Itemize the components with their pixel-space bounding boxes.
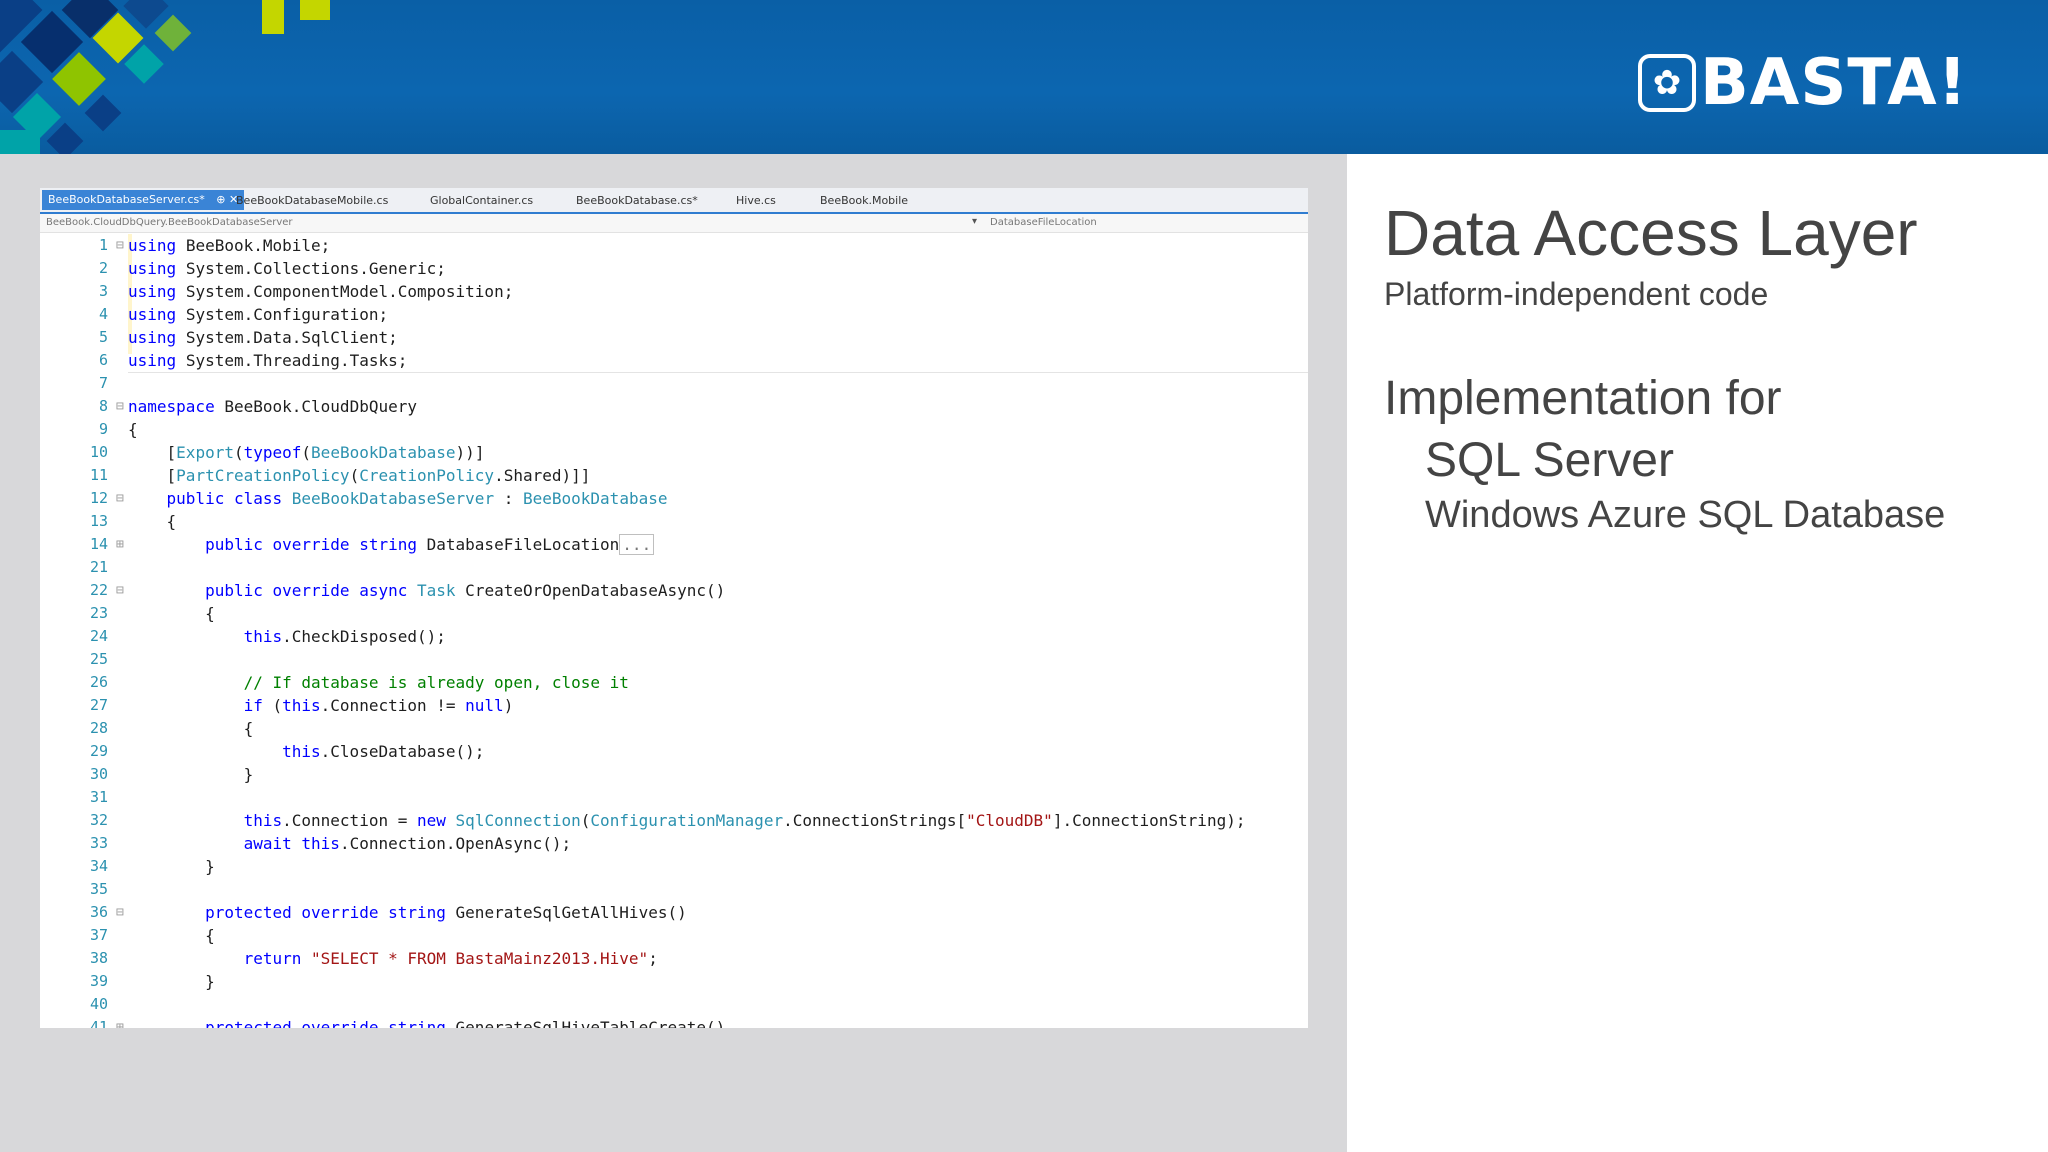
code-line: 32 this.Connection = new SqlConnection(C…: [89, 811, 1246, 830]
mosaic-decoration: [0, 0, 330, 154]
code-line: 5 using System.Data.SqlClient;: [98, 328, 398, 347]
code-line: 3 using System.ComponentModel.Composition…: [98, 282, 514, 301]
code-line: 12 ⊟ public class BeeBookDatabaseServer :…: [89, 489, 668, 508]
tab-beebookdatabaseserver[interactable]: BeeBookDatabaseServer.cs* ⊕ ✕: [42, 190, 245, 210]
code-line: 9{: [98, 420, 138, 439]
slide-header: ✿ BASTA!: [0, 0, 2048, 154]
code-line: 24 this.CheckDisposed();: [89, 627, 446, 646]
code-line: 33 await this.Connection.OpenAsync();: [89, 834, 572, 853]
tab-close-icon[interactable]: ⊕ ✕: [216, 193, 238, 206]
code-line: 25: [89, 650, 108, 668]
slide-subtitle: Platform-independent code: [1384, 276, 1769, 312]
chevron-down-icon[interactable]: ▾: [972, 216, 977, 227]
code-line: 8 ⊟ namespace BeeBook.CloudDbQuery: [98, 397, 417, 416]
tab-hive[interactable]: Hive.cs: [736, 192, 776, 210]
code-line: 23 {: [89, 604, 215, 623]
code-line: 29 this.CloseDatabase();: [89, 742, 485, 761]
code-line: 34 }: [89, 857, 215, 876]
code-line: 38 return "SELECT * FROM BastaMainz2013.…: [89, 949, 658, 968]
code-line: 7: [98, 374, 108, 392]
tab-globalcontainer[interactable]: GlobalContainer.cs: [430, 192, 533, 210]
code-line: 28 {: [89, 719, 254, 738]
implementation-subitem: Windows Azure SQL Database: [1425, 494, 1946, 536]
editor-tabstrip: BeeBookDatabaseServer.cs* ⊕ ✕ BeeBookDat…: [40, 188, 1308, 214]
code-line: 30 }: [89, 765, 254, 784]
code-line: 31: [89, 788, 108, 806]
tab-label: BeeBookDatabaseServer.cs*: [48, 193, 205, 206]
logo-wordmark: BASTA!: [1700, 46, 1968, 120]
code-line: 11 [PartCreationPolicy(CreationPolicy.Sh…: [89, 466, 591, 485]
code-line: 21: [89, 558, 108, 576]
implementation-item: SQL Server: [1425, 434, 1674, 487]
code-line: 37 {: [89, 926, 215, 945]
code-editor-screenshot: BeeBookDatabaseServer.cs* ⊕ ✕ BeeBookDat…: [40, 188, 1308, 1028]
code-line: 35: [89, 880, 108, 898]
tab-beebookdatabase[interactable]: BeeBookDatabase.cs*: [576, 192, 698, 210]
tab-beebook-mobile[interactable]: BeeBook.Mobile: [820, 192, 908, 210]
navigation-bar: BeeBook.CloudDbQuery.BeeBookDatabaseServ…: [40, 214, 1308, 233]
code-line: 27 if (this.Connection != null): [89, 696, 514, 715]
implementation-heading: Implementation for: [1384, 372, 1782, 425]
slide-title: Data Access Layer: [1384, 197, 1918, 269]
code-line: 14 ⊞ public override string DatabaseFileL…: [40, 533, 1308, 556]
code-line: 10 [Export(typeof(BeeBookDatabase))]: [89, 443, 485, 462]
code-line: 13 {: [89, 512, 177, 531]
code-line: 39 }: [89, 972, 215, 991]
member-dropdown[interactable]: DatabaseFileLocation: [990, 217, 1097, 228]
code-line: 2 using System.Collections.Generic;: [98, 259, 446, 278]
code-line: 6 using System.Threading.Tasks;: [98, 351, 408, 370]
code-line: 26 // If database is already open, close…: [89, 673, 629, 692]
code-area[interactable]: 1 ⊟ using BeeBook.Mobile; 2 using System.Co…: [40, 234, 1308, 1028]
code-line: 40: [89, 995, 108, 1013]
basta-logo: ✿ BASTA!: [1638, 46, 1968, 120]
code-line: 4 using System.Configuration;: [98, 305, 389, 324]
tab-beebookdatabasemobile[interactable]: BeeBookDatabaseMobile.cs: [236, 192, 388, 210]
flower-badge-icon: ✿: [1638, 54, 1696, 112]
code-line: 1 ⊟ using BeeBook.Mobile;: [98, 236, 331, 255]
code-line: 36 ⊟ protected override string GenerateSq…: [89, 903, 687, 922]
code-line: 41 ⊞ protected override string GenerateSq…: [89, 1018, 726, 1028]
code-line: 22 ⊟ public override async Task CreateOrO…: [89, 581, 726, 600]
collapsed-region[interactable]: ...: [619, 534, 655, 555]
type-dropdown[interactable]: BeeBook.CloudDbQuery.BeeBookDatabaseServ…: [46, 217, 293, 228]
